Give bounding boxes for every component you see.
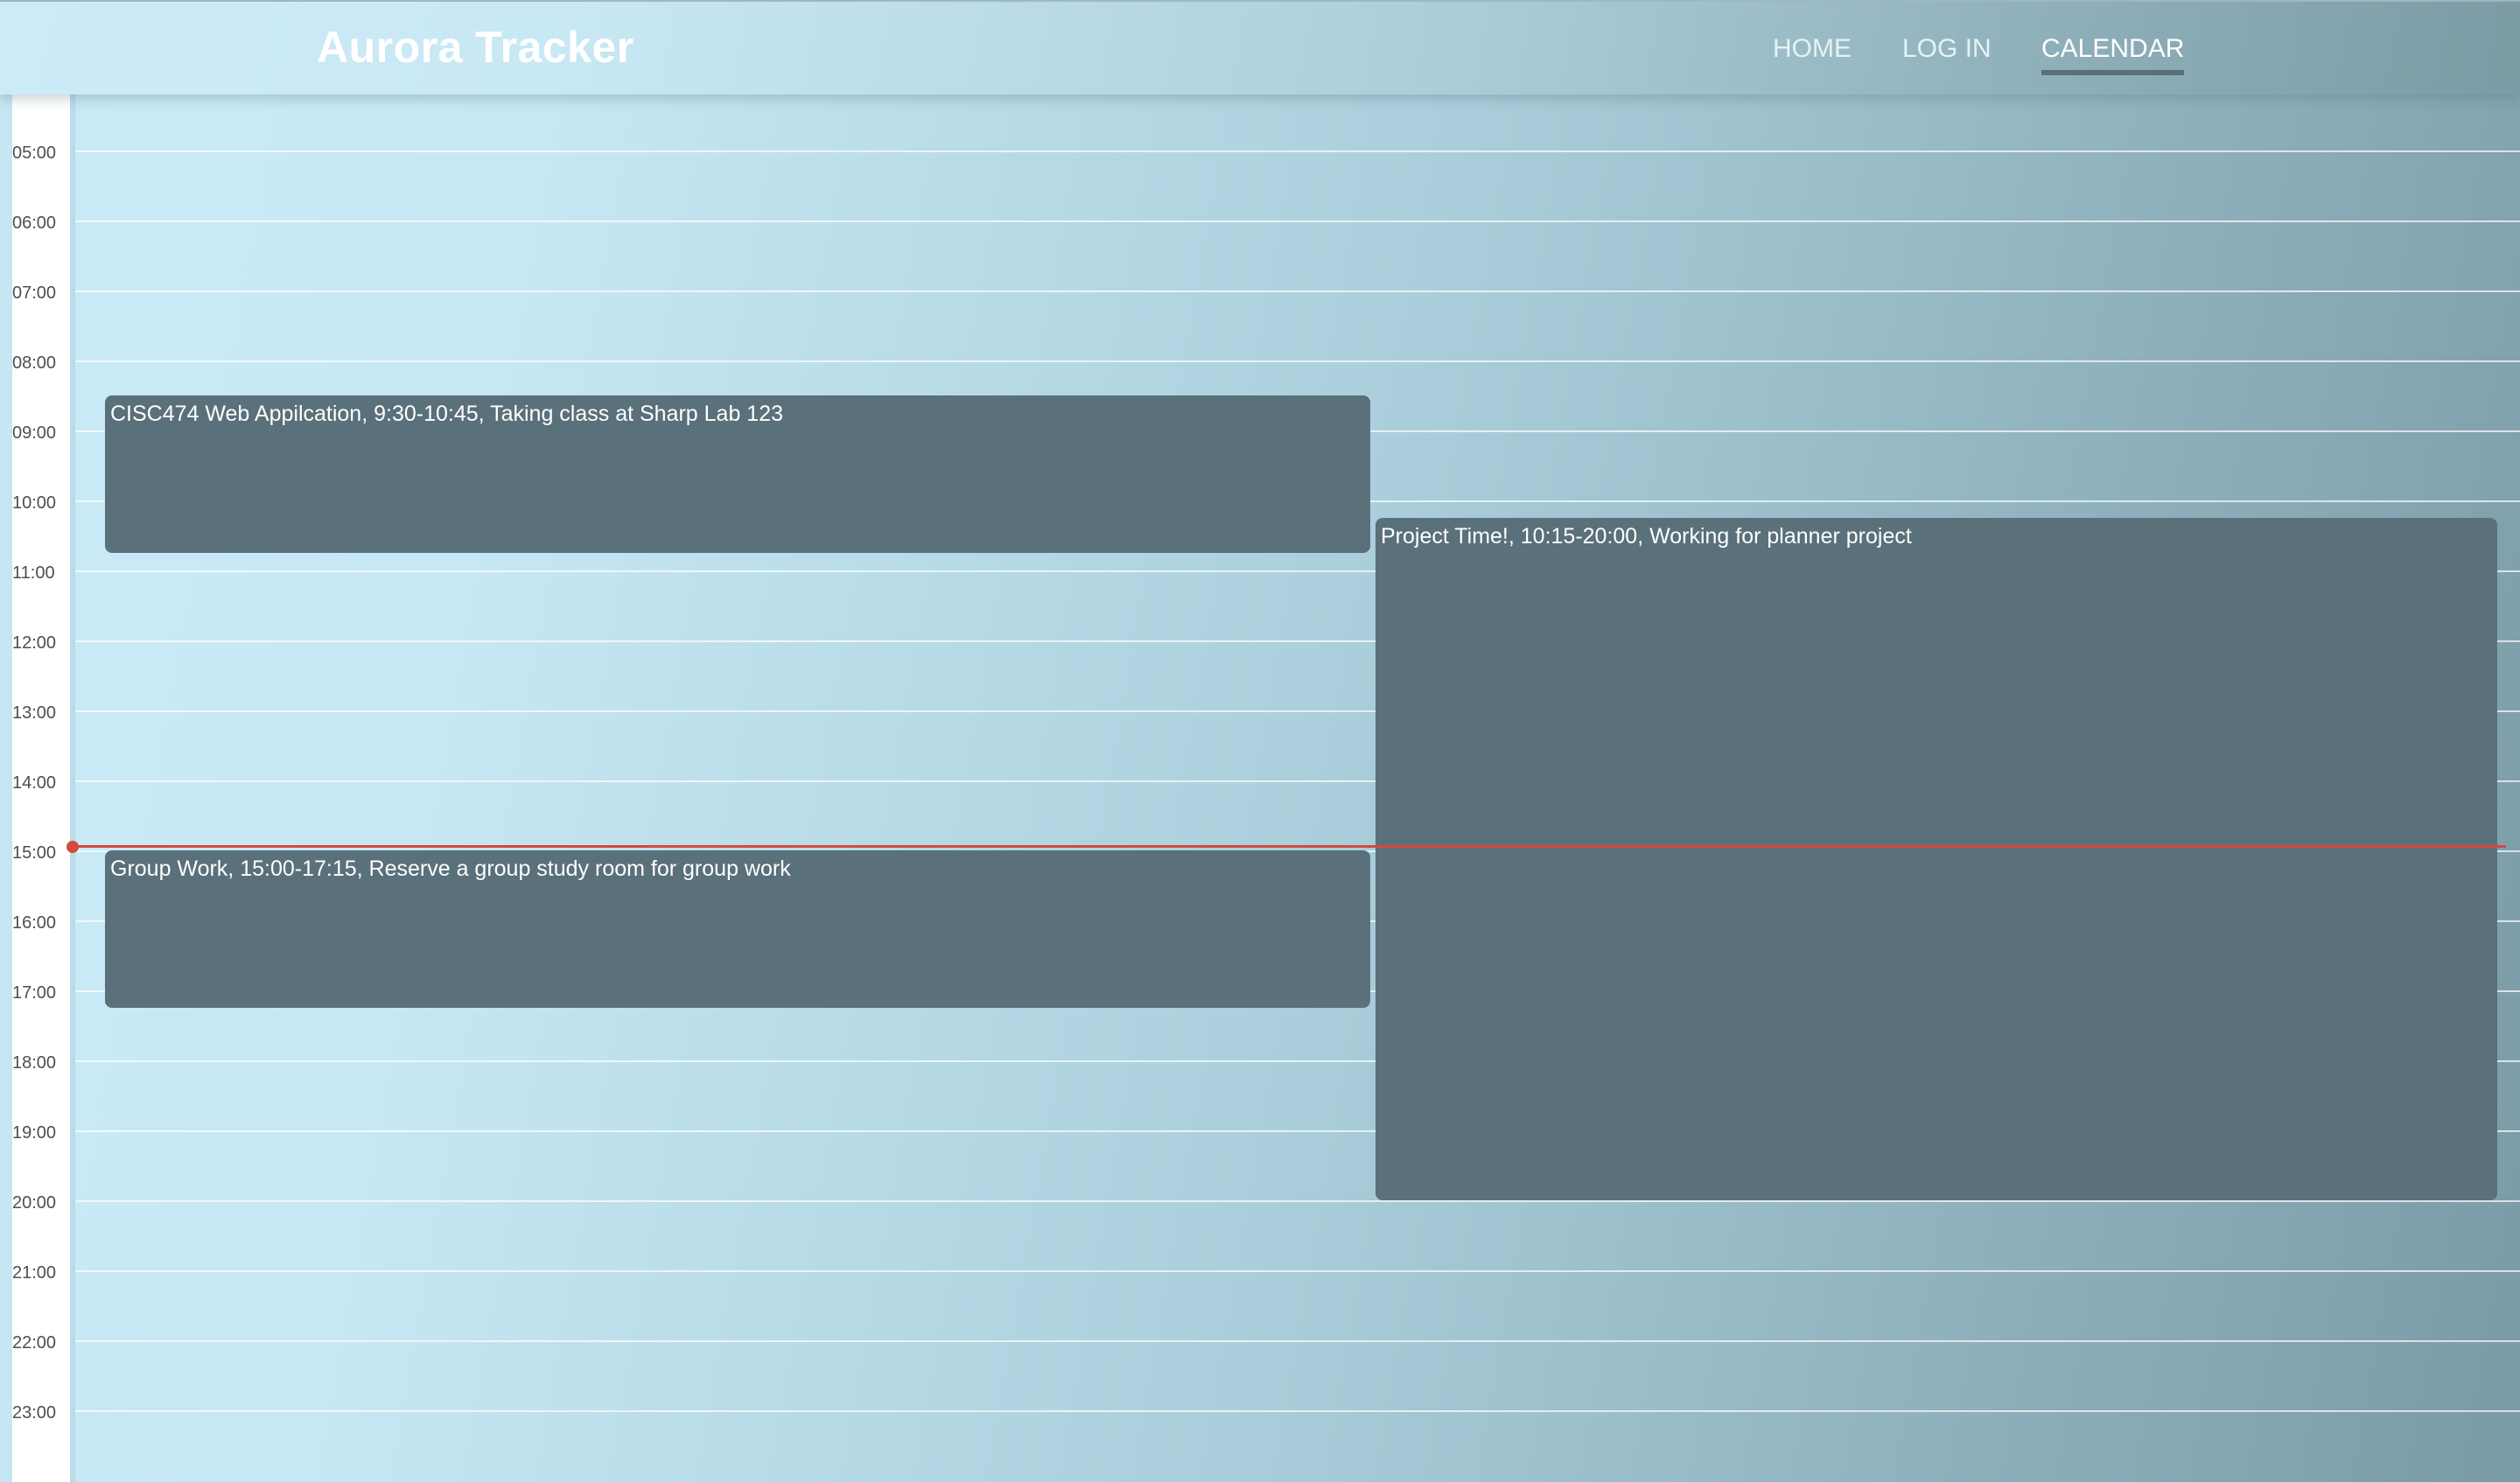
- hour-line: [75, 1410, 2520, 1412]
- hour-line: [75, 150, 2520, 152]
- hour-label: 22:00: [12, 1333, 57, 1353]
- hour-label: 19:00: [12, 1123, 57, 1143]
- hour-line: [75, 360, 2520, 362]
- hour-line: [75, 1200, 2520, 1202]
- brand-title[interactable]: Aurora Tracker: [317, 21, 634, 73]
- nav-login-link[interactable]: LOG IN: [1902, 31, 1992, 66]
- hour-line: [75, 290, 2520, 292]
- hour-line: [75, 220, 2520, 222]
- hour-label: 20:00: [12, 1193, 57, 1213]
- event-group-work[interactable]: Group Work, 15:00-17:15, Reserve a group…: [105, 850, 1370, 1008]
- hour-label: 14:00: [12, 773, 57, 793]
- current-time-line: [74, 845, 2506, 848]
- hour-label: 08:00: [12, 353, 57, 373]
- hour-label: 23:00: [12, 1403, 57, 1423]
- hour-label: 09:00: [12, 423, 57, 443]
- hour-label: 11:00: [12, 563, 55, 583]
- hour-label: 06:00: [12, 213, 57, 233]
- hour-label: 10:00: [12, 493, 57, 513]
- nav-home-link[interactable]: HOME: [1773, 31, 1852, 66]
- event-cisc474[interactable]: CISC474 Web Appilcation, 9:30-10:45, Tak…: [105, 395, 1370, 553]
- hour-label: 13:00: [12, 703, 57, 723]
- current-time-dot: [66, 841, 79, 853]
- top-navbar: Aurora Tracker HOME LOG IN CALENDAR: [0, 0, 2520, 94]
- event-label: Group Work, 15:00-17:15, Reserve a group…: [110, 856, 791, 881]
- hour-label: 17:00: [12, 983, 57, 1003]
- hour-label: 05:00: [12, 143, 57, 163]
- event-project-time[interactable]: Project Time!, 10:15-20:00, Working for …: [1376, 518, 2497, 1200]
- hour-line: [75, 1340, 2520, 1342]
- hour-label: 15:00: [12, 843, 57, 863]
- hour-label: 07:00: [12, 283, 57, 303]
- event-label: Project Time!, 10:15-20:00, Working for …: [1381, 524, 1912, 549]
- hour-label: 12:00: [12, 633, 57, 653]
- left-edge-strip: [0, 94, 12, 1482]
- hour-label: 18:00: [12, 1053, 57, 1073]
- hour-label: 21:00: [12, 1263, 57, 1283]
- time-gutter-border: [70, 94, 75, 1482]
- hour-label: 16:00: [12, 913, 57, 933]
- event-label: CISC474 Web Appilcation, 9:30-10:45, Tak…: [110, 402, 784, 426]
- nav-calendar-link[interactable]: CALENDAR: [2041, 31, 2185, 75]
- hour-line: [75, 1270, 2520, 1272]
